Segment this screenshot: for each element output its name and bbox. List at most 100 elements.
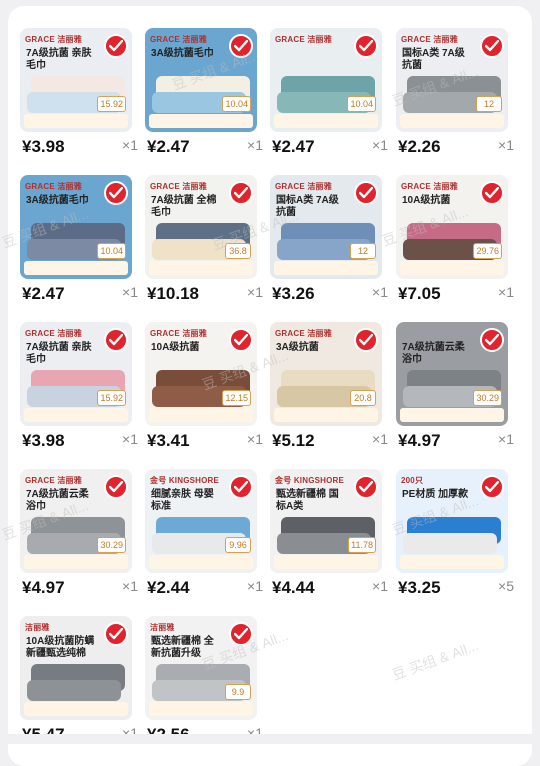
- product-headline: 国标A类 7A级抗菌: [402, 48, 465, 71]
- item-quantity: ×1: [122, 431, 138, 447]
- product-image[interactable]: 金号 KINGSHORE 细腻亲肤 母婴标准 9.96: [145, 469, 257, 573]
- product-item[interactable]: 200只 PE材质 加厚款 ¥3.25 ×5: [390, 461, 514, 601]
- selected-check-icon[interactable]: [354, 181, 378, 205]
- promo-strip: [400, 555, 504, 569]
- product-image[interactable]: GRACE 洁丽雅 10.04: [270, 28, 382, 132]
- product-item[interactable]: GRACE 洁丽雅 10.04 ¥2.47 ×1: [264, 20, 388, 160]
- promo-strip: [400, 114, 504, 128]
- product-item[interactable]: GRACE 洁丽雅 10A级抗菌 29.76 ¥7.05 ×1: [390, 167, 514, 307]
- selected-check-icon[interactable]: [229, 622, 253, 646]
- price-tag: 11.78: [348, 537, 376, 553]
- promo-strip: [149, 261, 253, 275]
- item-quantity: ×1: [247, 578, 263, 594]
- item-quantity: ×1: [122, 578, 138, 594]
- selected-check-icon[interactable]: [229, 475, 253, 499]
- product-image[interactable]: GRACE 洁丽雅 3A级抗菌毛巾 10.04: [145, 28, 257, 132]
- product-item[interactable]: GRACE 洁丽雅 7A级抗菌云柔浴巾 30.29 ¥4.97 ×1: [14, 461, 138, 601]
- product-item[interactable]: 7A级抗菌云柔浴巾 30.29 ¥4.97 ×1: [390, 314, 514, 454]
- promo-strip: [149, 408, 253, 422]
- product-image[interactable]: 金号 KINGSHORE 甄选新疆棉 国标A类 11.78: [270, 469, 382, 573]
- promo-strip: [149, 702, 253, 716]
- product-item[interactable]: GRACE 洁丽雅国标A类 7A级抗菌 12 ¥2.26 ×1: [390, 20, 514, 160]
- item-price: ¥10.18: [147, 284, 199, 303]
- item-quantity: ×1: [247, 431, 263, 447]
- product-item[interactable]: 洁丽雅甄选新疆棉 全新抗菌升级9.9¥2.56×1: [139, 608, 263, 748]
- brand-label: GRACE 洁丽雅: [401, 182, 458, 191]
- selected-check-icon[interactable]: [354, 34, 378, 58]
- selected-check-icon[interactable]: [104, 181, 128, 205]
- brand-label: GRACE 洁丽雅: [150, 329, 207, 338]
- price-tag: 10.04: [222, 96, 251, 112]
- product-image[interactable]: GRACE 洁丽雅国标A类 7A级抗菌 12: [396, 28, 508, 132]
- product-headline: 7A级抗菌 全棉毛巾: [151, 195, 217, 218]
- selected-check-icon[interactable]: [229, 34, 253, 58]
- product-image[interactable]: GRACE 洁丽雅 7A级抗菌云柔浴巾 30.29: [20, 469, 132, 573]
- brand-label: GRACE 洁丽雅: [401, 35, 458, 44]
- selected-check-icon[interactable]: [229, 328, 253, 352]
- selected-check-icon[interactable]: [229, 181, 253, 205]
- promo-strip: [24, 408, 128, 422]
- item-price: ¥2.47: [22, 284, 65, 303]
- product-headline: 10A级抗菌防螨 新疆甄选纯棉: [26, 636, 95, 659]
- brand-label: GRACE 洁丽雅: [25, 182, 82, 191]
- selected-check-icon[interactable]: [104, 622, 128, 646]
- promo-strip: [149, 555, 253, 569]
- promo-strip: [24, 261, 128, 275]
- product-image[interactable]: 200只 PE材质 加厚款: [396, 469, 508, 573]
- item-price: ¥2.26: [398, 137, 441, 156]
- product-item[interactable]: GRACE 洁丽雅 3A级抗菌毛巾 10.04 ¥2.47 ×1: [139, 20, 263, 160]
- item-price: ¥3.98: [22, 137, 65, 156]
- item-quantity: ×1: [247, 284, 263, 300]
- selected-check-icon[interactable]: [480, 475, 504, 499]
- price-tag: 12.15: [222, 390, 251, 406]
- selected-check-icon[interactable]: [104, 328, 128, 352]
- product-image[interactable]: GRACE 洁丽雅 3A级抗菌毛巾 10.04: [20, 175, 132, 279]
- brand-label: GRACE 洁丽雅: [25, 35, 82, 44]
- product-item[interactable]: GRACE 洁丽雅 7A级抗菌 全棉毛巾 36.8 ¥10.18 ×1: [139, 167, 263, 307]
- brand-label: GRACE 洁丽雅: [275, 329, 332, 338]
- product-image[interactable]: GRACE 洁丽雅 7A级抗菌 亲肤毛巾 15.92: [20, 28, 132, 132]
- product-item[interactable]: GRACE 洁丽雅 7A级抗菌 亲肤毛巾 15.92 ¥3.98 ×1: [14, 314, 138, 454]
- item-quantity: ×1: [498, 137, 514, 153]
- product-image[interactable]: GRACE 洁丽雅 7A级抗菌 亲肤毛巾 15.92: [20, 322, 132, 426]
- price-tag: 10.04: [97, 243, 126, 259]
- item-quantity: ×5: [498, 578, 514, 594]
- product-headline: 7A级抗菌 亲肤毛巾: [26, 48, 92, 71]
- price-tag: 12: [350, 243, 376, 259]
- product-image[interactable]: GRACE 洁丽雅 国标A类 7A级抗菌 12: [270, 175, 382, 279]
- product-item[interactable]: GRACE 洁丽雅 10A级抗菌 12.15 ¥3.41 ×1: [139, 314, 263, 454]
- product-image[interactable]: GRACE 洁丽雅 3A级抗菌 20.8: [270, 322, 382, 426]
- item-price: ¥3.98: [22, 431, 65, 450]
- item-price: ¥4.97: [22, 578, 65, 597]
- selected-check-icon[interactable]: [104, 34, 128, 58]
- price-tag: 12: [476, 96, 502, 112]
- product-image[interactable]: GRACE 洁丽雅 7A级抗菌 全棉毛巾 36.8: [145, 175, 257, 279]
- selected-check-icon[interactable]: [354, 328, 378, 352]
- product-item[interactable]: 金号 KINGSHORE 细腻亲肤 母婴标准 9.96 ¥2.44 ×1: [139, 461, 263, 601]
- product-image[interactable]: 洁丽雅 10A级抗菌防螨 新疆甄选纯棉: [20, 616, 132, 720]
- selected-check-icon[interactable]: [480, 34, 504, 58]
- product-item[interactable]: 洁丽雅10A级抗菌防螨 新疆甄选纯棉¥5.47×1: [14, 608, 138, 748]
- product-item[interactable]: GRACE 洁丽雅 国标A类 7A级抗菌 12 ¥3.26 ×1: [264, 167, 388, 307]
- selected-check-icon[interactable]: [480, 181, 504, 205]
- product-headline: 细腻亲肤 母婴标准: [151, 489, 214, 512]
- item-quantity: ×1: [498, 431, 514, 447]
- product-item[interactable]: GRACE 洁丽雅 7A级抗菌 亲肤毛巾 15.92 ¥3.98 ×1: [14, 20, 138, 160]
- product-image[interactable]: 洁丽雅 甄选新疆棉 全新抗菌升级 9.9: [145, 616, 257, 720]
- selected-check-icon[interactable]: [104, 475, 128, 499]
- bottom-edge: [0, 734, 540, 744]
- product-item[interactable]: GRACE 洁丽雅 3A级抗菌 20.8 ¥5.12 ×1: [264, 314, 388, 454]
- item-price: ¥3.41: [147, 431, 190, 450]
- selected-check-icon[interactable]: [354, 475, 378, 499]
- promo-strip: [24, 555, 128, 569]
- item-price: ¥2.47: [272, 137, 315, 156]
- product-image[interactable]: 7A级抗菌云柔浴巾 30.29: [396, 322, 508, 426]
- product-image[interactable]: GRACE 洁丽雅 10A级抗菌 29.76: [396, 175, 508, 279]
- price-tag: 30.29: [97, 537, 126, 553]
- item-price: ¥3.25: [398, 578, 441, 597]
- product-item[interactable]: GRACE 洁丽雅 3A级抗菌毛巾 10.04 ¥2.47 ×1: [14, 167, 138, 307]
- selected-check-icon[interactable]: [480, 328, 504, 352]
- product-item[interactable]: 金号 KINGSHORE 甄选新疆棉 国标A类 11.78 ¥4.44 ×1: [264, 461, 388, 601]
- item-price: ¥7.05: [398, 284, 441, 303]
- product-image[interactable]: GRACE 洁丽雅 10A级抗菌 12.15: [145, 322, 257, 426]
